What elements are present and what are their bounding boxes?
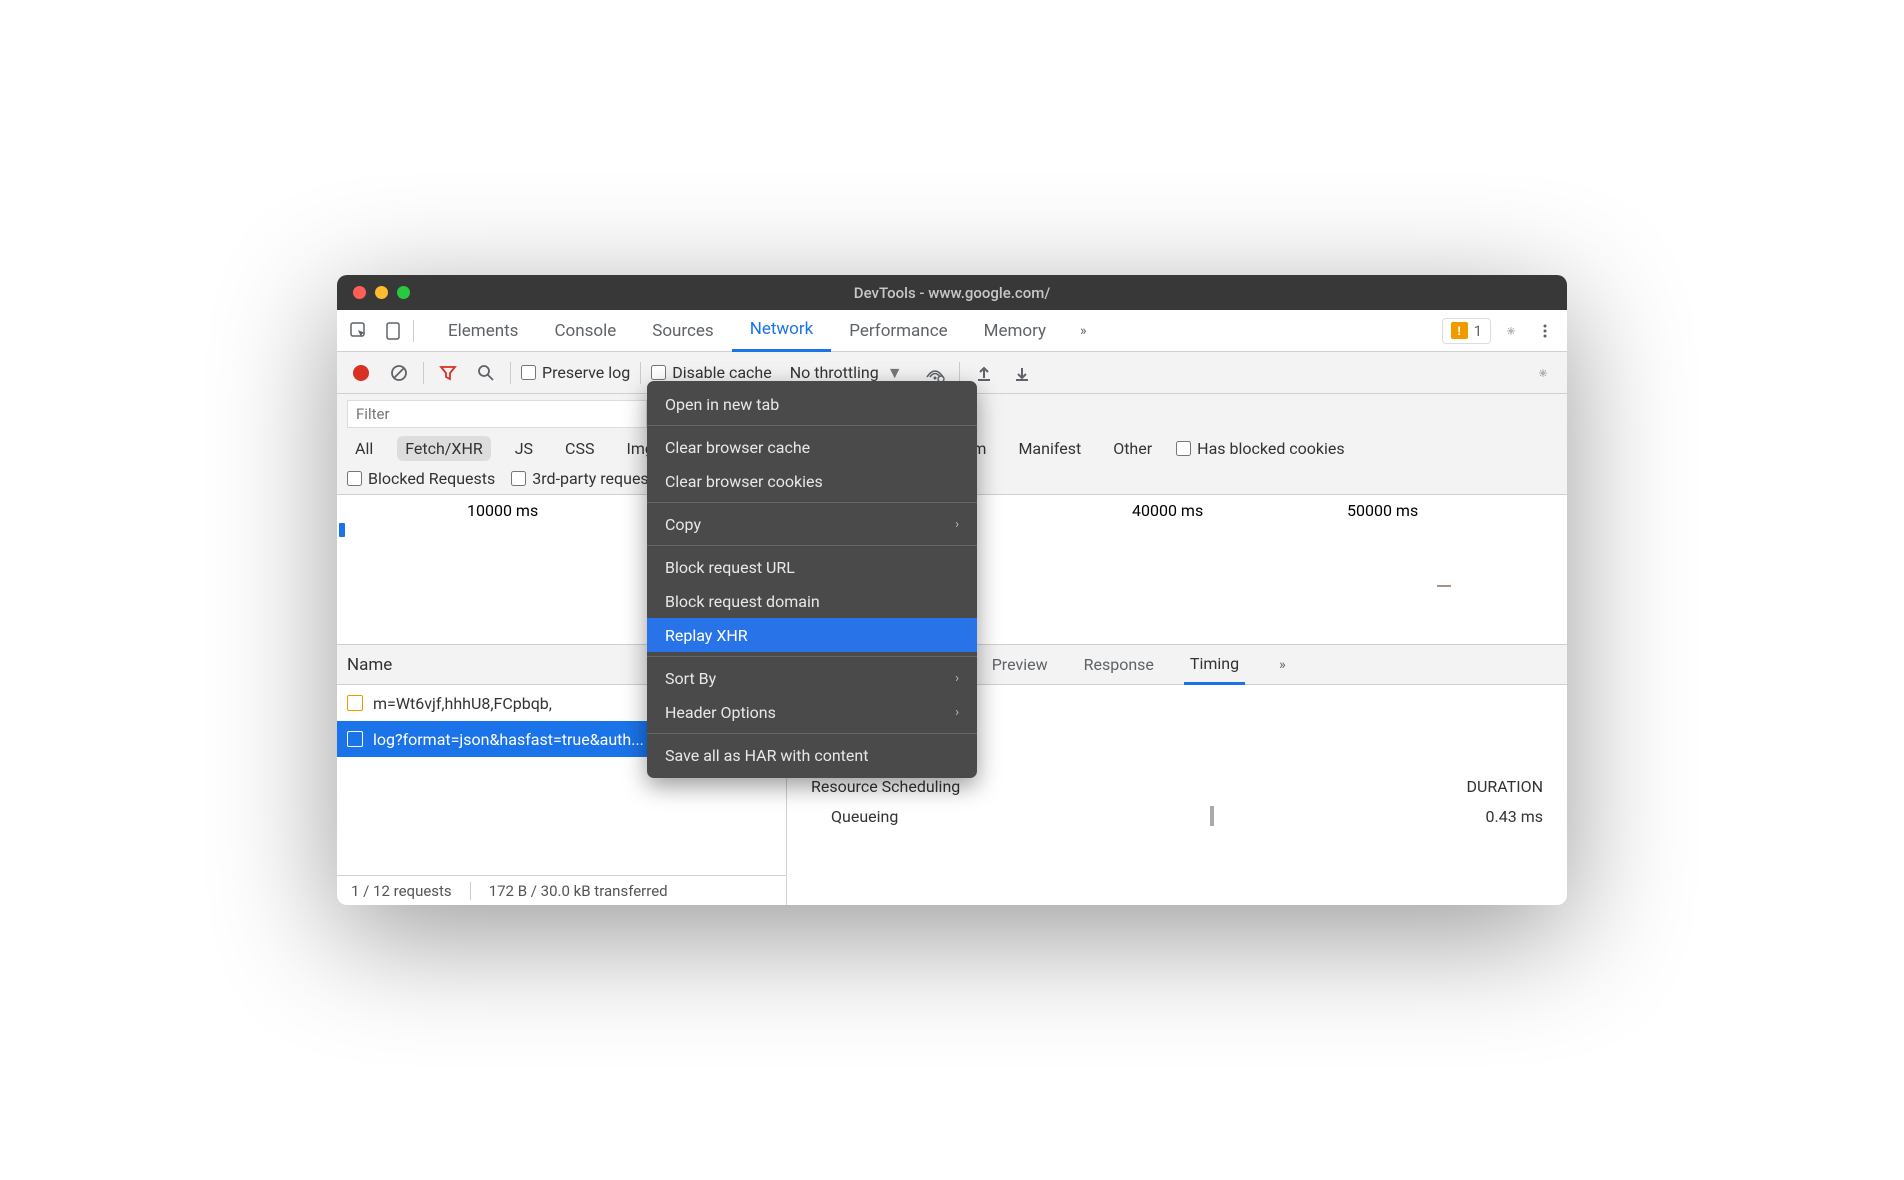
filter-type-other[interactable]: Other — [1105, 436, 1160, 461]
tab-network[interactable]: Network — [732, 310, 832, 352]
window-title: DevTools - www.google.com/ — [854, 284, 1050, 302]
has-blocked-cookies-checkbox[interactable]: Has blocked cookies — [1176, 439, 1345, 458]
chevron-right-icon: › — [955, 517, 959, 532]
record-button[interactable] — [347, 359, 375, 387]
devtools-window: DevTools - www.google.com/ ElementsConso… — [337, 275, 1567, 905]
timeline-activity — [1437, 585, 1451, 587]
timeline-label: 10000 ms — [467, 501, 538, 520]
tab-elements[interactable]: Elements — [430, 310, 536, 352]
status-bar: 1 / 12 requests 172 B / 30.0 kB transfer… — [337, 875, 786, 905]
inspect-element-icon[interactable] — [345, 317, 373, 345]
warnings-badge[interactable]: ! 1 — [1442, 318, 1491, 344]
traffic-lights — [353, 286, 410, 299]
third-party-checkbox[interactable]: 3rd-party requests — [511, 469, 662, 488]
network-settings-icon[interactable] — [1529, 359, 1557, 387]
file-icon — [347, 695, 363, 711]
filter-type-js[interactable]: JS — [507, 436, 541, 461]
settings-icon[interactable] — [1497, 317, 1525, 345]
chevron-right-icon: › — [955, 671, 959, 686]
close-window-button[interactable] — [353, 286, 366, 299]
throttling-select[interactable]: No throttling ▼ — [782, 363, 911, 383]
tab-console[interactable]: Console — [536, 310, 634, 352]
more-detail-tabs-icon[interactable]: » — [1269, 657, 1296, 673]
context-menu-item[interactable]: Block request URL — [647, 550, 977, 584]
filter-type-fetch-xhr[interactable]: Fetch/XHR — [397, 436, 491, 461]
filter-type-css[interactable]: CSS — [557, 436, 602, 461]
filter-icon[interactable] — [434, 359, 462, 387]
search-icon[interactable] — [472, 359, 500, 387]
preserve-log-checkbox[interactable]: Preserve log — [521, 363, 630, 382]
filter-type-manifest[interactable]: Manifest — [1010, 436, 1089, 461]
context-menu-item[interactable]: Save all as HAR with content — [647, 738, 977, 772]
blocked-requests-checkbox[interactable]: Blocked Requests — [347, 469, 495, 488]
tab-performance[interactable]: Performance — [831, 310, 965, 352]
context-menu-item[interactable]: Header Options› — [647, 695, 977, 729]
context-menu-item[interactable]: Copy› — [647, 507, 977, 541]
timeline-label: 50000 ms — [1347, 501, 1418, 520]
export-har-icon[interactable] — [1008, 359, 1036, 387]
timeline-marker — [339, 523, 345, 537]
panel-tabs: ElementsConsoleSourcesNetworkPerformance… — [430, 310, 1064, 352]
dropdown-icon: ▼ — [887, 363, 903, 383]
tab-sources[interactable]: Sources — [634, 310, 731, 352]
tab-memory[interactable]: Memory — [966, 310, 1064, 352]
context-menu-item[interactable]: Replay XHR — [647, 618, 977, 652]
main-tabbar: ElementsConsoleSourcesNetworkPerformance… — [337, 310, 1567, 352]
context-menu-item[interactable]: Sort By› — [647, 661, 977, 695]
context-menu-item[interactable]: Open in new tab — [647, 387, 977, 421]
detail-tab-response[interactable]: Response — [1078, 645, 1160, 685]
more-menu-icon[interactable] — [1531, 317, 1559, 345]
detail-tab-timing[interactable]: Timing — [1184, 645, 1245, 685]
disable-cache-checkbox[interactable]: Disable cache — [651, 363, 771, 382]
minimize-window-button[interactable] — [375, 286, 388, 299]
context-menu-item[interactable]: Clear browser cookies — [647, 464, 977, 498]
timeline-label: 40000 ms — [1132, 501, 1203, 520]
filter-type-all[interactable]: All — [347, 436, 381, 461]
clear-button[interactable] — [385, 359, 413, 387]
filter-input[interactable] — [347, 400, 647, 428]
detail-tab-preview[interactable]: Preview — [986, 645, 1054, 685]
context-menu-item[interactable]: Clear browser cache — [647, 430, 977, 464]
maximize-window-button[interactable] — [397, 286, 410, 299]
context-menu: Open in new tab Clear browser cacheClear … — [647, 381, 977, 778]
device-toggle-icon[interactable] — [379, 317, 407, 345]
warning-icon: ! — [1451, 322, 1468, 339]
titlebar: DevTools - www.google.com/ — [337, 275, 1567, 310]
chevron-right-icon: › — [955, 705, 959, 720]
more-tabs-icon[interactable]: » — [1070, 323, 1097, 339]
file-icon — [347, 731, 363, 747]
context-menu-item[interactable]: Block request domain — [647, 584, 977, 618]
